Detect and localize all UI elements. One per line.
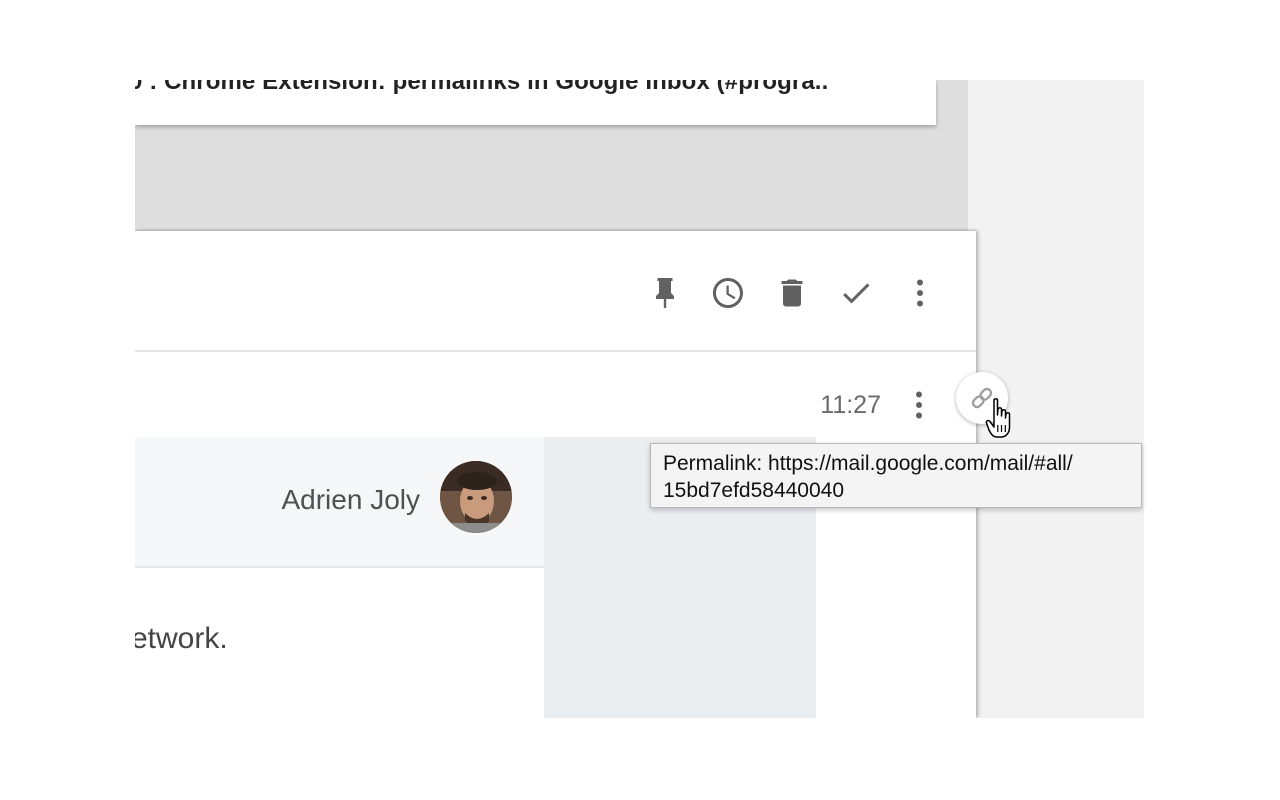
snooze-button[interactable] xyxy=(706,271,750,315)
message-time: 11:27 xyxy=(820,391,881,419)
sender-row[interactable]: Adrien Joly xyxy=(135,437,544,568)
pin-button[interactable] xyxy=(643,271,687,315)
message-header[interactable]: 11:27 xyxy=(135,352,976,438)
more-options-button[interactable] xyxy=(898,271,942,315)
checkmark-icon xyxy=(843,283,870,304)
more-vert-icon xyxy=(917,279,923,307)
avatar xyxy=(440,461,512,533)
tooltip-line-1: Permalink: https://mail.google.com/mail/… xyxy=(663,452,1073,475)
trash-icon xyxy=(781,279,803,307)
tooltip-line-2: 15bd7efd58440040 xyxy=(663,479,845,502)
pin-icon xyxy=(656,278,674,308)
clock-icon xyxy=(713,278,743,308)
previous-thread-card[interactable]: 0 : Chrome Extension: permalinks in Goog… xyxy=(135,80,936,125)
hand-cursor-icon xyxy=(985,398,1011,438)
message-more-button[interactable] xyxy=(901,385,937,425)
message-body: etwork. xyxy=(135,622,228,655)
done-button[interactable] xyxy=(834,271,878,315)
more-vert-icon xyxy=(916,391,922,419)
permalink-tooltip: Permalink: https://mail.google.com/mail/… xyxy=(650,443,1142,508)
thread-toolbar xyxy=(135,231,976,352)
delete-button[interactable] xyxy=(770,271,814,315)
sender-name: Adrien Joly xyxy=(281,484,420,515)
previous-thread-title: 0 : Chrome Extension: permalinks in Goog… xyxy=(135,80,829,95)
